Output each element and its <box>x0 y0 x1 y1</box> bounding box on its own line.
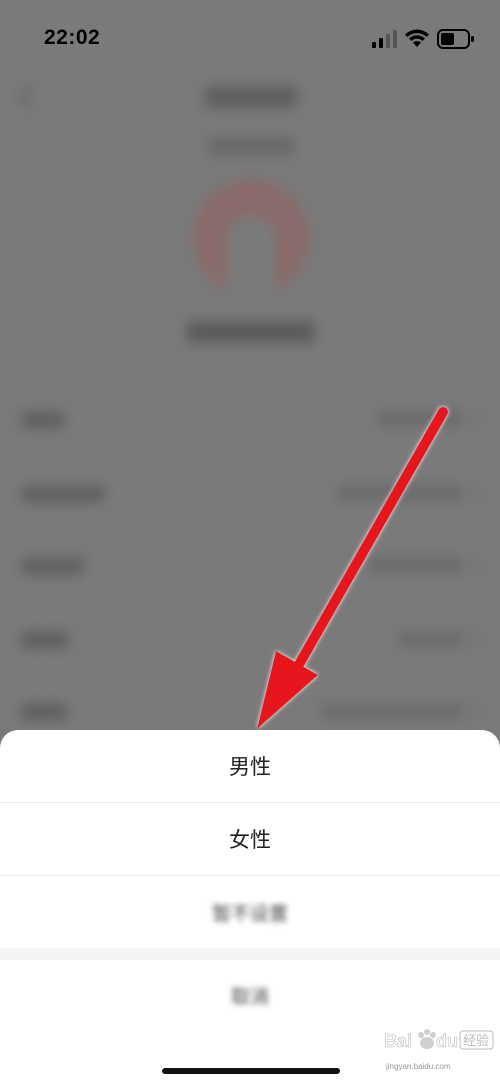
watermark-url: jingyan.baidu.com <box>386 1062 451 1071</box>
svg-text:经验: 经验 <box>463 1033 489 1049</box>
option-not-set-label: 暂不设置 <box>211 903 288 925</box>
option-female[interactable]: 女性 <box>0 803 500 876</box>
row-value <box>338 486 462 500</box>
chevron-right-icon <box>465 485 481 501</box>
row-label <box>22 558 84 574</box>
chevron-right-icon <box>465 703 481 719</box>
row-value <box>378 412 462 426</box>
background-profile-page <box>0 60 500 740</box>
cancel-label: 取消 <box>230 986 269 1008</box>
baidu-watermark-logo: Bai du 经验 <box>384 1029 494 1051</box>
sheet-divider <box>0 948 500 960</box>
wifi-icon <box>405 29 429 47</box>
row-label <box>22 632 68 648</box>
profile-row <box>0 474 500 514</box>
chevron-right-icon <box>465 557 481 573</box>
row-value <box>368 558 462 572</box>
row-label <box>22 704 66 720</box>
back-icon <box>18 84 43 109</box>
row-label <box>22 486 104 502</box>
chevron-right-icon <box>465 411 481 427</box>
page-title-blurred <box>205 86 297 108</box>
svg-text:Bai: Bai <box>384 1031 412 1051</box>
home-indicator[interactable] <box>162 1068 340 1074</box>
row-label <box>22 412 64 428</box>
cancel-button[interactable]: 取消 <box>0 960 500 1030</box>
avatar-silhouette <box>226 215 276 296</box>
row-value <box>398 632 462 646</box>
username-blurred <box>187 322 315 342</box>
profile-row <box>0 546 500 586</box>
chevron-right-icon <box>465 631 481 647</box>
profile-row <box>0 620 500 660</box>
row-value <box>322 704 462 718</box>
status-time: 22:02 <box>44 26 101 49</box>
svg-text:du: du <box>436 1031 458 1051</box>
cellular-signal-icon <box>372 30 397 48</box>
battery-icon <box>437 29 474 49</box>
option-male[interactable]: 男性 <box>0 730 500 803</box>
page-subtitle-blurred <box>208 138 294 154</box>
profile-row <box>0 400 500 440</box>
profile-row <box>0 692 500 732</box>
status-bar: 22:02 <box>0 0 500 80</box>
option-not-set[interactable]: 暂不设置 <box>0 876 500 948</box>
